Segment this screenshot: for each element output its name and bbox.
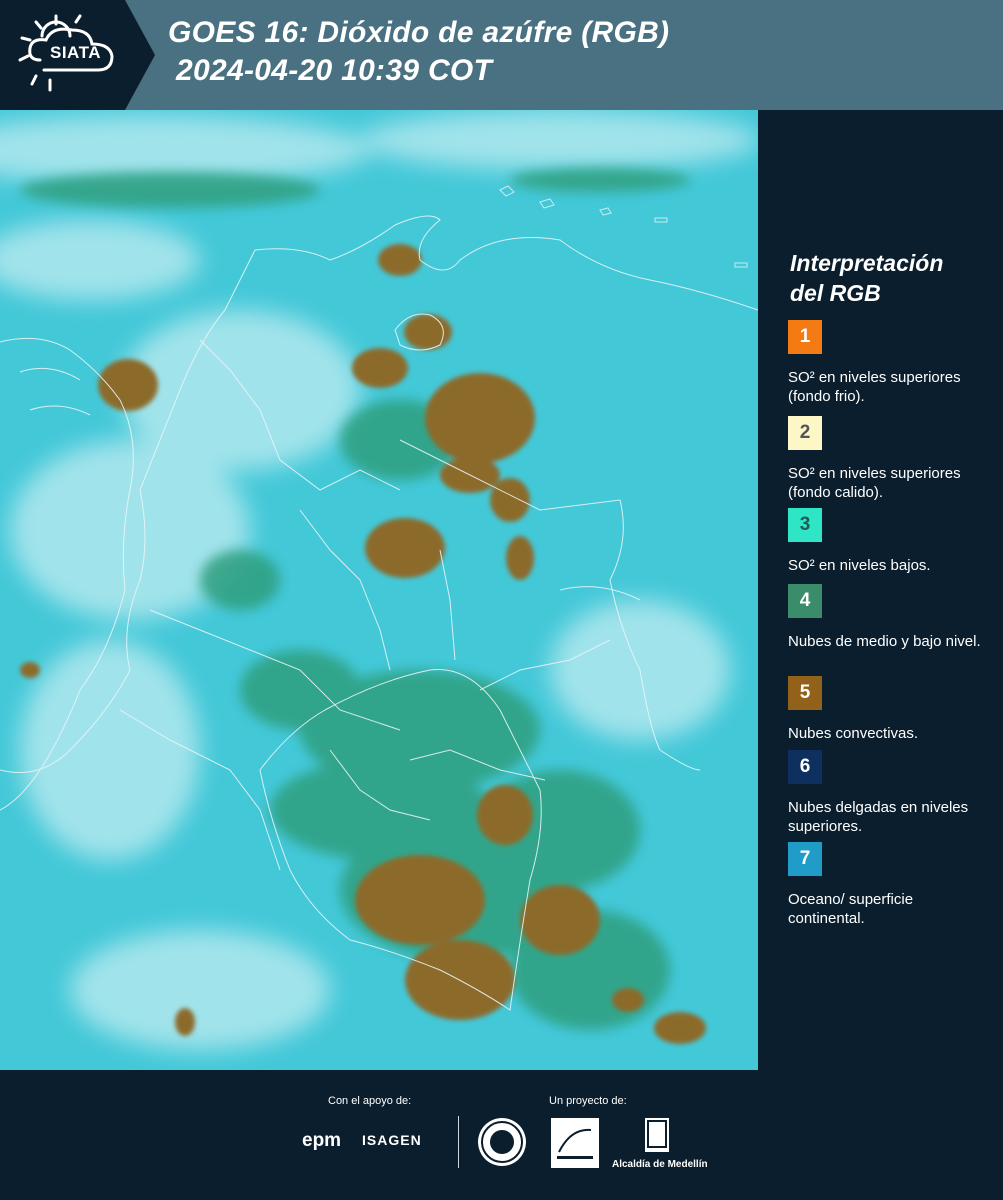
legend-number-6: 6 — [799, 756, 811, 777]
legend-label-2: SO² en niveles superiores (fondo calido)… — [788, 465, 961, 501]
footer-divider — [458, 1116, 459, 1168]
siata-logo: SIATA — [0, 0, 155, 110]
legend-swatch-6: 6 — [788, 750, 822, 784]
legend-item-6: 6 Nubes delgadas en niveles superiores. — [788, 750, 993, 836]
legend-label-1: SO² en niveles superiores (fondo frio). — [788, 369, 961, 405]
alcaldia-shield-icon — [645, 1118, 669, 1152]
legend-label-4: Nubes de medio y bajo nivel. — [788, 633, 981, 650]
area-metropolitana-logo-icon — [551, 1118, 599, 1168]
epm-logo: epm — [302, 1130, 342, 1151]
alcaldia-label: Alcaldía de Medellín — [612, 1159, 708, 1170]
legend-swatch-4: 4 — [788, 584, 822, 618]
medellin-seal-icon — [478, 1118, 526, 1166]
legend-label-3: SO² en niveles bajos. — [788, 557, 931, 574]
legend-item-4: 4 Nubes de medio y bajo nivel. — [788, 584, 993, 651]
legend-label-5: Nubes convectivas. — [788, 725, 919, 742]
legend-number-5: 5 — [799, 682, 811, 703]
legend-swatch-2: 2 — [788, 416, 822, 450]
project-label: Un proyecto de: — [549, 1095, 627, 1107]
legend-label-6: Nubes delgadas en niveles superiores. — [788, 799, 969, 835]
legend-number-3: 3 — [799, 514, 811, 535]
legend-item-7: 7 Oceano/ superficie continental. — [788, 842, 993, 928]
title-product: GOES 16: Dióxido de azúfre (RGB) — [168, 16, 670, 49]
legend-title-line1: Interpretación — [790, 250, 944, 276]
legend-number-1: 1 — [799, 326, 811, 347]
satellite-map — [0, 110, 758, 1070]
legend-item-1: 1 SO² en niveles superiores (fondo frio)… — [788, 320, 993, 406]
legend-item-3: 3 SO² en niveles bajos. — [788, 508, 993, 575]
legend-label-7: Oceano/ superficie continental. — [788, 891, 914, 927]
legend-swatch-5: 5 — [788, 676, 822, 710]
isagen-logo: ISAGEN — [362, 1132, 422, 1148]
page-title: GOES 16: Dióxido de azúfre (RGB) 2024-04… — [168, 14, 669, 90]
legend-item-2: 2 SO² en niveles superiores (fondo calid… — [788, 416, 993, 502]
legend-title: Interpretación del RGB — [790, 248, 943, 308]
header-bar: SIATA GOES 16: Dióxido de azúfre (RGB) 2… — [0, 0, 1003, 110]
legend-number-7: 7 — [799, 848, 811, 869]
legend-item-5: 5 Nubes convectivas. — [788, 676, 993, 743]
footer: Con el apoyo de: Un proyecto de: epm ISA… — [0, 1070, 1003, 1200]
legend-panel: Interpretación del RGB 1 SO² en niveles … — [760, 110, 1003, 1070]
legend-title-line2: del RGB — [790, 280, 881, 306]
legend-swatch-3: 3 — [788, 508, 822, 542]
legend-swatch-7: 7 — [788, 842, 822, 876]
legend-number-2: 2 — [799, 422, 811, 443]
logo-text: SIATA — [50, 43, 101, 62]
title-timestamp: 2024-04-20 10:39 COT — [176, 54, 493, 87]
legend-number-4: 4 — [799, 590, 811, 611]
support-label: Con el apoyo de: — [328, 1095, 412, 1107]
legend-swatch-1: 1 — [788, 320, 822, 354]
